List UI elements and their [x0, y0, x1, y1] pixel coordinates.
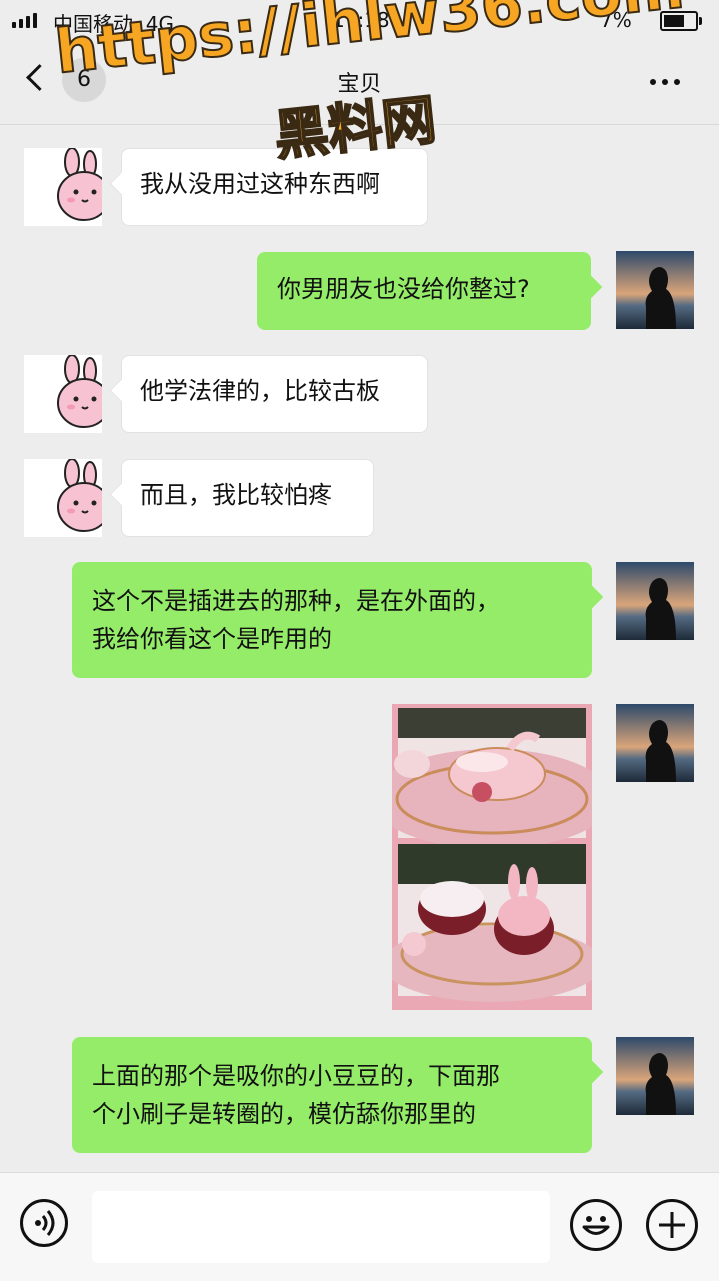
my-avatar[interactable]: [616, 1037, 694, 1115]
battery-percent: 7%: [600, 8, 632, 32]
voice-icon: [35, 1210, 55, 1236]
received-message-bubble[interactable]: 我从没用过这种东西啊: [121, 148, 428, 226]
status-bar: 中国移动 4G 17:18 7%: [0, 0, 719, 40]
contact-avatar[interactable]: [24, 148, 102, 226]
carrier-label: 中国移动 4G: [53, 12, 174, 36]
bunny-avatar-icon: [57, 148, 102, 221]
network-type: 4G: [145, 12, 174, 36]
plus-icon: [659, 1212, 685, 1238]
more-functions-button[interactable]: [646, 1199, 698, 1251]
more-dots-icon: [650, 79, 656, 85]
message-line: 这个不是插进去的那种，是在外面的，: [92, 587, 500, 615]
input-bar: [0, 1172, 719, 1281]
sent-message-bubble[interactable]: 上面的那个是吸你的小豆豆的，下面那 个小刷子是转圈的，模仿舔你那里的: [72, 1037, 592, 1153]
status-time: 17:18: [332, 8, 390, 32]
contact-avatar[interactable]: [24, 355, 102, 433]
chat-title: 宝贝: [337, 72, 382, 97]
contact-avatar[interactable]: [24, 459, 102, 537]
sent-message-bubble[interactable]: 这个不是插进去的那种，是在外面的， 我给你看这个是咋用的: [72, 562, 592, 678]
silhouette-avatar-icon: [616, 1037, 694, 1115]
more-options-button[interactable]: [640, 70, 690, 94]
my-avatar[interactable]: [616, 704, 694, 782]
silhouette-avatar-icon: [616, 251, 694, 329]
message-input[interactable]: [92, 1191, 550, 1263]
my-avatar[interactable]: [616, 251, 694, 329]
message-line: 上面的那个是吸你的小豆豆的，下面那: [92, 1062, 500, 1090]
voice-button[interactable]: [20, 1199, 68, 1247]
received-message-bubble[interactable]: 他学法律的，比较古板: [121, 355, 428, 433]
emoji-icon: [582, 1216, 610, 1235]
message-line: 个小刷子是转圈的，模仿舔你那里的: [92, 1100, 476, 1128]
battery-icon: [660, 11, 702, 31]
bunny-avatar-icon: [57, 459, 102, 532]
sent-message-bubble[interactable]: 你男朋友也没给你整过?: [257, 252, 591, 330]
emoji-button[interactable]: [570, 1199, 622, 1251]
silhouette-avatar-icon: [616, 704, 694, 782]
my-avatar[interactable]: [616, 562, 694, 640]
silhouette-avatar-icon: [616, 562, 694, 640]
signal-strength-icon: [12, 13, 37, 28]
chat-header: 6 宝贝: [0, 40, 719, 125]
message-line: 我给你看这个是咋用的: [92, 625, 332, 653]
product-photo: [372, 708, 612, 1002]
received-message-bubble[interactable]: 而且，我比较怕疼: [121, 459, 374, 537]
bunny-avatar-icon: [57, 355, 102, 428]
image-message[interactable]: [372, 704, 612, 1010]
